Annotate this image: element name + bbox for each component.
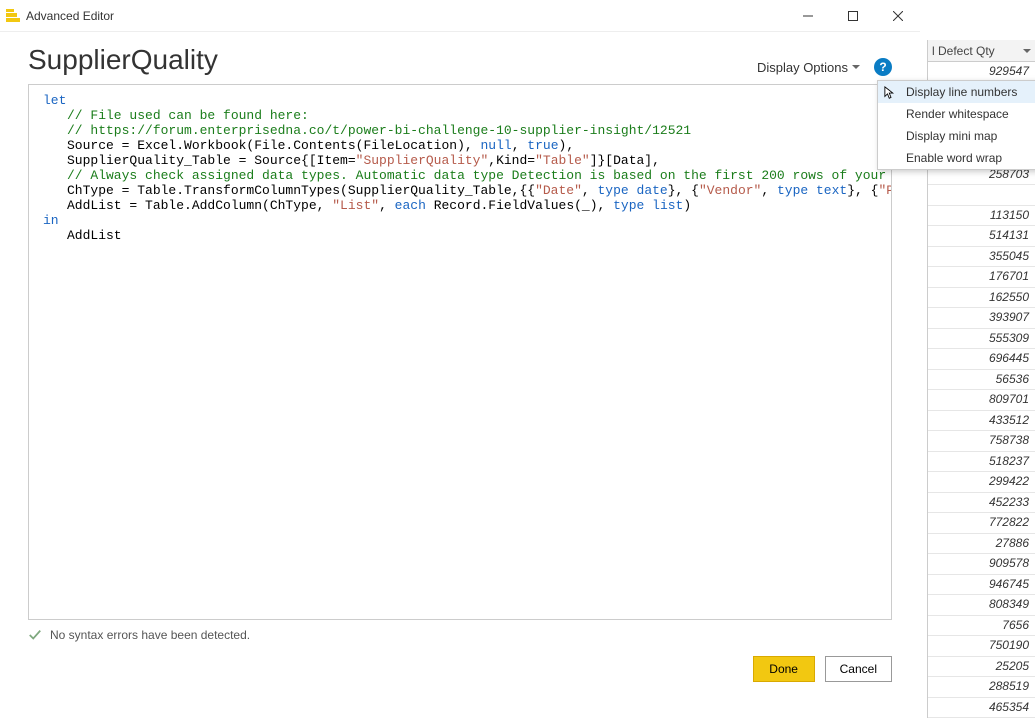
data-cell[interactable] [928, 185, 1035, 206]
data-cell[interactable]: 946745 [928, 575, 1035, 596]
menu-enable-word-wrap[interactable]: Enable word wrap [878, 147, 1035, 169]
cursor-icon [884, 85, 898, 101]
data-cell[interactable]: 452233 [928, 493, 1035, 514]
advanced-editor-window: Advanced Editor SupplierQuality Display … [0, 0, 920, 720]
data-cell[interactable]: 288519 [928, 677, 1035, 698]
data-cell[interactable]: 514131 [928, 226, 1035, 247]
data-cell[interactable]: 809701 [928, 390, 1035, 411]
data-cell[interactable]: 176701 [928, 267, 1035, 288]
cancel-button[interactable]: Cancel [825, 656, 892, 682]
data-cell[interactable]: 162550 [928, 288, 1035, 309]
menu-item-label: Display line numbers [906, 85, 1017, 99]
data-cell[interactable]: 27886 [928, 534, 1035, 555]
data-cell[interactable]: 465354 [928, 698, 1035, 719]
syntax-status-text: No syntax errors have been detected. [50, 628, 250, 642]
data-cell[interactable]: 555309 [928, 329, 1035, 350]
data-cell[interactable]: 433512 [928, 411, 1035, 432]
menu-item-label: Enable word wrap [906, 151, 1002, 165]
code-editor[interactable]: let // File used can be found here: // h… [28, 84, 892, 620]
close-button[interactable] [875, 0, 920, 32]
display-options-menu: Display line numbers Render whitespace D… [877, 80, 1035, 170]
column-header-label: l Defect Qty [932, 44, 995, 58]
menu-item-label: Display mini map [906, 129, 997, 143]
data-cell[interactable]: 772822 [928, 513, 1035, 534]
window-title: Advanced Editor [26, 9, 114, 23]
display-options-button[interactable]: Display Options [757, 60, 860, 75]
menu-display-line-numbers[interactable]: Display line numbers [878, 81, 1035, 103]
column-header[interactable]: l Defect Qty [928, 40, 1035, 62]
data-cell[interactable]: 7656 [928, 616, 1035, 637]
check-icon [28, 628, 42, 642]
data-cell[interactable]: 355045 [928, 247, 1035, 268]
data-cell[interactable]: 113150 [928, 206, 1035, 227]
menu-item-label: Render whitespace [906, 107, 1009, 121]
column-dropdown-icon[interactable] [1023, 49, 1031, 53]
titlebar: Advanced Editor [0, 0, 920, 32]
done-button[interactable]: Done [753, 656, 815, 682]
data-cell[interactable]: 25205 [928, 657, 1035, 678]
caret-down-icon [852, 65, 860, 69]
query-name: SupplierQuality [28, 44, 218, 76]
menu-render-whitespace[interactable]: Render whitespace [878, 103, 1035, 125]
maximize-button[interactable] [830, 0, 875, 32]
data-cell[interactable]: 750190 [928, 636, 1035, 657]
display-options-label: Display Options [757, 60, 848, 75]
syntax-status: No syntax errors have been detected. [28, 628, 892, 642]
menu-display-mini-map[interactable]: Display mini map [878, 125, 1035, 147]
data-cell[interactable]: 56536 [928, 370, 1035, 391]
data-cell[interactable]: 758738 [928, 431, 1035, 452]
app-icon [6, 9, 20, 23]
data-cell[interactable]: 393907 [928, 308, 1035, 329]
minimize-button[interactable] [785, 0, 830, 32]
code-content: let // File used can be found here: // h… [29, 85, 891, 251]
data-cell[interactable]: 808349 [928, 595, 1035, 616]
data-cell[interactable]: 696445 [928, 349, 1035, 370]
data-cell[interactable]: 299422 [928, 472, 1035, 493]
data-cell[interactable]: 909578 [928, 554, 1035, 575]
data-cell[interactable]: 518237 [928, 452, 1035, 473]
help-icon[interactable]: ? [874, 58, 892, 76]
